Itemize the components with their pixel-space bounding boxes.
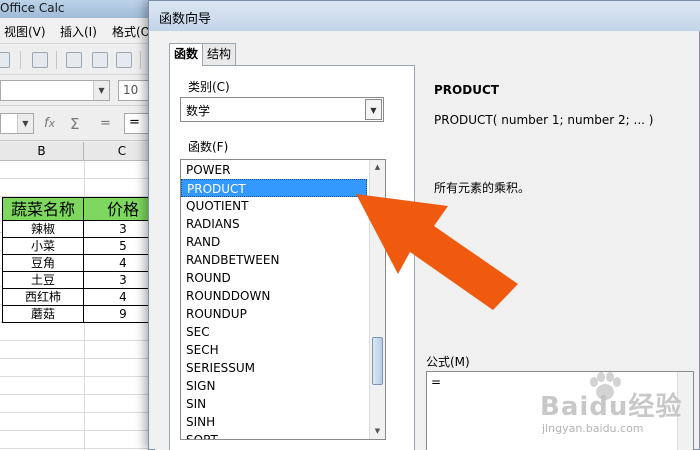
standard-toolbar [0,45,160,75]
table-cell[interactable]: 小菜 [2,237,84,255]
edit-file-icon[interactable] [32,52,48,68]
formula-textarea-value: = [431,375,442,389]
function-list-item[interactable]: POWER [181,161,367,179]
formula-label: 公式(M) [426,355,470,369]
cell-grid[interactable]: 蔬菜名称 价格 辣椒 3 小菜 5 豆角 4 土豆 3 西红柿 4 蘑菇 9 [0,161,160,450]
export-pdf-icon[interactable] [66,52,82,68]
category-label: 类别(C) [188,80,230,94]
function-list-item[interactable]: ROUNDUP [181,305,367,323]
print-icon[interactable] [92,52,108,68]
function-list-item[interactable]: RAND [181,233,367,251]
scroll-up-icon[interactable]: ▲ [370,160,385,175]
table-cell[interactable]: 豆角 [2,254,84,272]
function-list-item[interactable]: SIN [181,395,367,413]
function-list-item-selected[interactable]: PRODUCT [181,179,367,197]
function-list-item[interactable]: RANDBETWEEN [181,251,367,269]
tab-functions[interactable]: 函数 [169,43,204,66]
chevron-down-icon[interactable]: ▼ [17,114,33,133]
function-wizard-icon[interactable]: fx [44,116,55,131]
sum-icon[interactable]: Σ [70,115,79,133]
tab-structure[interactable]: 结构 [202,43,237,65]
table-cell[interactable]: 西红柿 [2,288,84,306]
function-icon[interactable]: = [100,116,111,131]
font-name-combo[interactable]: ▼ [0,80,110,101]
function-list-item[interactable]: ROUNDDOWN [181,287,367,305]
menu-format[interactable]: 格式(O [112,23,150,40]
annotation-arrow-shape [356,194,518,310]
watermark-url: jingyan.baidu.com [542,422,644,435]
function-list-item[interactable]: SQRT [181,431,367,439]
toolbar-icon[interactable] [0,52,10,68]
function-list-item[interactable]: SERIESSUM [181,359,367,377]
calc-menubar: 视图(V) 插入(I) 格式(O [0,18,160,44]
table-cell[interactable]: 土豆 [2,271,84,289]
toolbar-separator [140,51,141,69]
dialog-titlebar[interactable]: 函数向导 [149,1,700,31]
scroll-down-icon[interactable]: ▼ [370,424,385,439]
function-list-item[interactable]: ROUND [181,269,367,287]
column-headers: B C [0,142,160,161]
function-list-item[interactable]: SECH [181,341,367,359]
category-select[interactable]: 数学 ▼ [180,97,384,122]
menu-insert[interactable]: 插入(I) [60,23,97,40]
function-list-item[interactable]: SEC [181,323,367,341]
table-cell[interactable]: 蘑菇 [2,305,84,323]
scrollbar-thumb[interactable] [372,337,383,385]
table-header-cell[interactable]: 蔬菜名称 [2,197,84,221]
watermark-logo: Baidu经验 [540,392,683,422]
menu-view[interactable]: 视图(V) [4,23,46,40]
function-list-item[interactable]: SINH [181,413,367,431]
table-cell[interactable]: 辣椒 [2,220,84,238]
function-syntax: PRODUCT( number 1; number 2; ... ) [434,113,654,127]
formatting-toolbar: ▼ 10 [0,76,160,106]
calc-window: Office Calc 视图(V) 插入(I) 格式(O ▼ 10 ▼ fx Σ… [0,0,160,450]
toolbar-separator [20,51,21,69]
watermark: Baidu经验 jingyan.baidu.com [536,372,700,450]
function-list-item[interactable]: QUOTIENT [181,197,367,215]
function-name: PRODUCT [434,83,499,97]
print-preview-icon[interactable] [116,52,132,68]
annotation-arrow-icon [356,194,518,310]
chevron-down-icon[interactable]: ▼ [93,81,109,100]
column-header-b[interactable]: B [0,142,84,161]
calc-title: Office Calc [0,1,65,15]
name-box[interactable]: ▼ [0,113,34,134]
function-list-rows: POWER PRODUCT QUOTIENT RADIANS RAND RANDBETWE… [181,161,367,439]
chevron-down-icon[interactable]: ▼ [365,99,382,120]
function-list-item[interactable]: SIGN [181,377,367,395]
functions-label: 函数(F) [188,140,229,154]
dialog-title: 函数向导 [159,12,212,27]
toolbar-separator [56,51,57,69]
calc-titlebar: Office Calc [0,0,160,18]
formula-bar: ▼ fx Σ = = [0,107,160,141]
function-list-item[interactable]: RADIANS [181,215,367,233]
category-value: 数学 [186,104,211,118]
